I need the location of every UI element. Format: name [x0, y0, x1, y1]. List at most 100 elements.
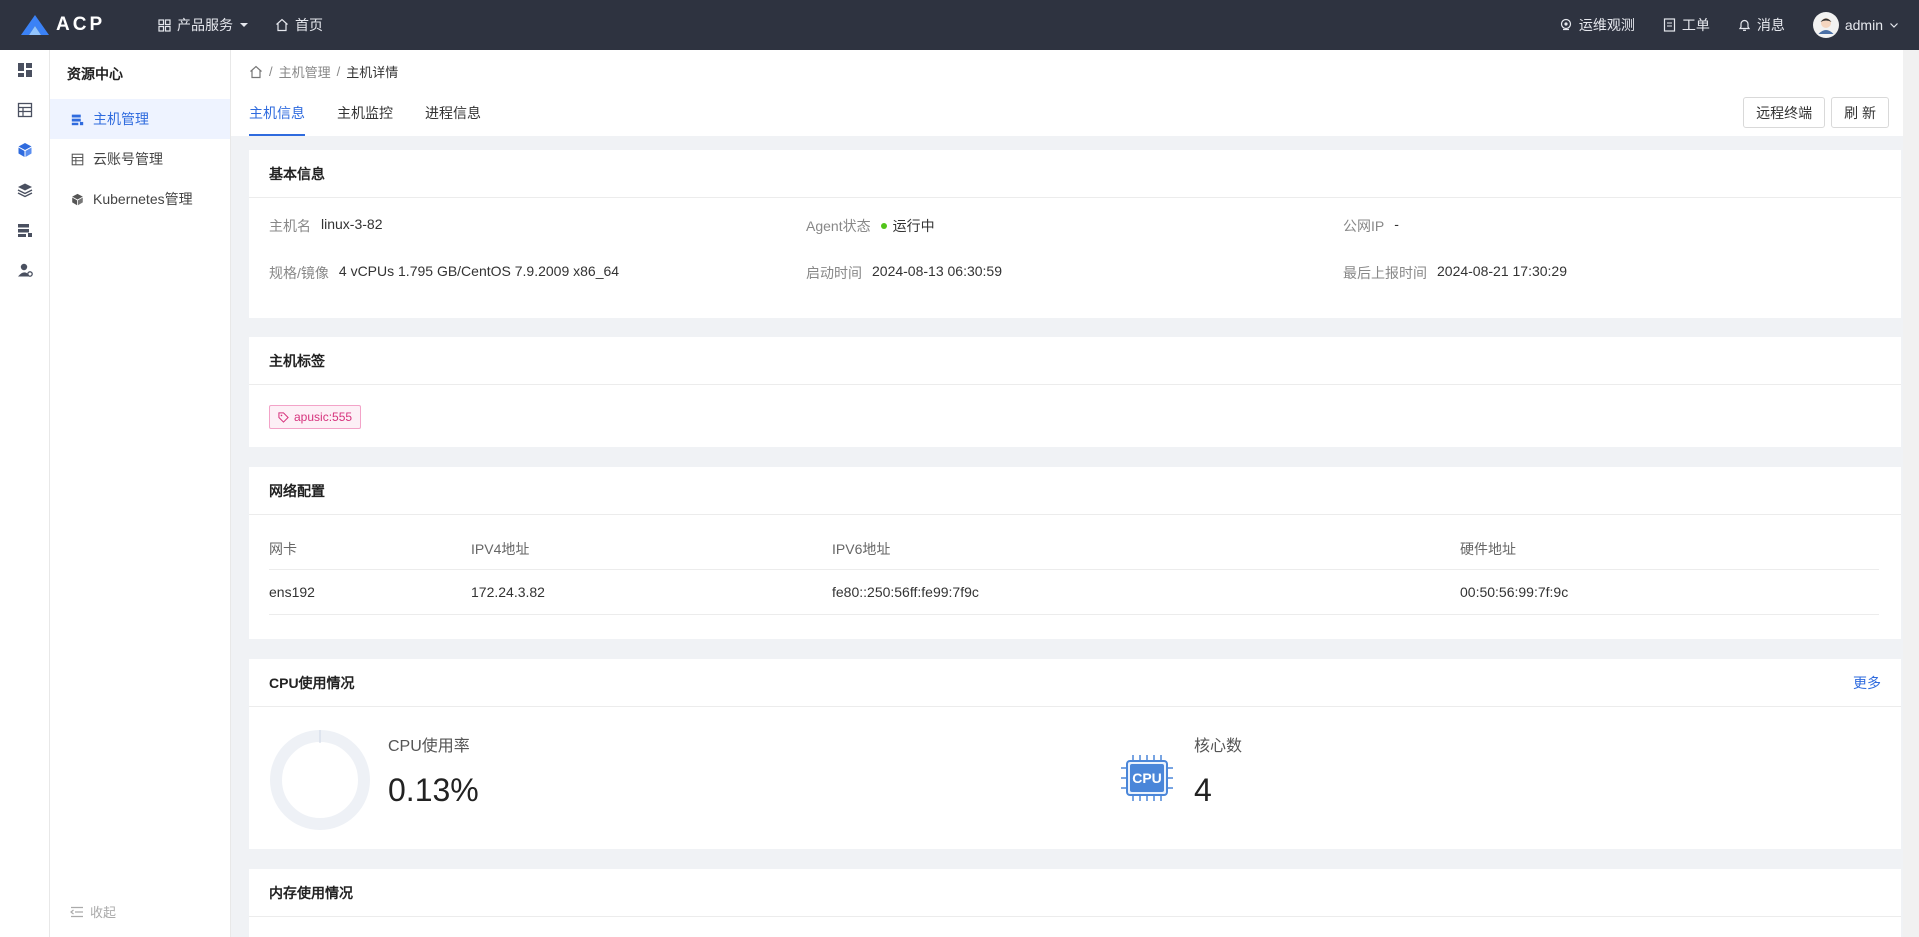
sidebar-item-kubernetes[interactable]: Kubernetes管理: [50, 179, 230, 219]
rail-resource-center[interactable]: [0, 130, 50, 170]
sidebar-item-host-management[interactable]: 主机管理: [50, 99, 230, 139]
message-link[interactable]: 消息: [1738, 15, 1785, 35]
tab-host-info[interactable]: 主机信息: [249, 100, 305, 136]
public-ip-field: 公网IP -: [1343, 216, 1399, 236]
page-header: / 主机管理 / 主机详情 主机信息 主机监控 进程信息 远程终端 刷 新: [231, 50, 1903, 136]
grid-icon: [158, 18, 171, 32]
field-label: 公网IP: [1343, 218, 1385, 234]
cloud-account-icon: [71, 153, 84, 165]
home-icon[interactable]: [249, 65, 263, 79]
rail-users[interactable]: [0, 250, 50, 290]
logo-text: ACP: [56, 14, 106, 35]
field-label: 启动时间: [806, 265, 862, 281]
sidebar-item-label: 云账号管理: [93, 151, 163, 167]
products-label: 产品服务: [177, 17, 233, 33]
tab-process-info[interactable]: 进程信息: [425, 100, 481, 136]
boot-time-field: 启动时间 2024-08-13 06:30:59: [806, 263, 1002, 283]
table-row: ens192 172.24.3.82 fe80::250:56ff:fe99:7…: [269, 569, 1879, 615]
document-icon: [1663, 18, 1675, 32]
message-label: 消息: [1756, 17, 1785, 33]
rail-resource-list[interactable]: [0, 90, 50, 130]
home-label: 首页: [295, 17, 323, 33]
bell-icon: [1738, 19, 1750, 31]
breadcrumb-current: 主机详情: [346, 65, 399, 80]
card-title: 基本信息: [249, 150, 1901, 198]
ticket-link[interactable]: 工单: [1663, 15, 1710, 35]
breadcrumb-parent[interactable]: 主机管理: [279, 62, 331, 81]
table-header-row: 网卡 IPV4地址 IPV6地址 硬件地址: [269, 529, 1879, 570]
field-value: 运行中: [880, 216, 935, 236]
cpu-usage-gauge: [270, 730, 370, 830]
table-icon: [17, 102, 33, 118]
cpu-cores-value: 4: [1194, 772, 1212, 808]
rail-layers[interactable]: [0, 170, 50, 210]
icon-rail: [0, 50, 50, 937]
user-avatar-icon: [1818, 18, 1834, 34]
card-title: 网络配置: [249, 467, 1901, 515]
cpu-cores-label: 核心数: [1194, 738, 1243, 755]
username: admin: [1844, 17, 1883, 33]
tag-label: apusic:555: [294, 410, 353, 424]
hostname-field: 主机名 linux-3-82: [269, 216, 382, 236]
status-text: 运行中: [892, 218, 935, 234]
host-tag[interactable]: apusic:555: [269, 405, 362, 429]
cpu-usage-value: 0.13%: [388, 772, 479, 808]
dashboard-icon: [18, 63, 32, 77]
home-link[interactable]: 首页: [275, 15, 323, 35]
more-link[interactable]: 更多: [1853, 673, 1881, 693]
rail-servers[interactable]: [0, 210, 50, 250]
server-icon: [18, 224, 32, 237]
basic-info-card: 基本信息 主机名 linux-3-82 Agent状态 运行中 公网IP - 规…: [249, 150, 1901, 318]
network-table: 网卡 IPV4地址 IPV6地址 硬件地址 ens192 172.24.3.82…: [269, 529, 1879, 615]
user-menu[interactable]: admin: [1812, 12, 1899, 38]
sidebar-item-label: 主机管理: [93, 111, 149, 127]
sidebar: 资源中心 主机管理 云账号管理 Kubernetes管理 收起: [50, 50, 231, 937]
card-header: CPU使用情况 更多: [249, 659, 1901, 707]
card-title: 内存使用情况: [249, 869, 1901, 917]
cube-icon: [18, 143, 32, 157]
remote-terminal-button[interactable]: 远程终端: [1743, 97, 1826, 128]
sidebar-title: 资源中心: [67, 66, 123, 82]
products-menu[interactable]: 产品服务: [158, 15, 249, 35]
main-content: / 主机管理 / 主机详情 主机信息 主机监控 进程信息 远程终端 刷 新 基本…: [231, 50, 1919, 937]
cpu-usage-label: CPU使用率: [388, 738, 470, 755]
field-value: 2024-08-13 06:30:59: [872, 263, 1002, 279]
column-header: IPV6地址: [832, 529, 1460, 570]
host-tags-card: 主机标签 apusic:555: [249, 337, 1901, 447]
field-value: 2024-08-21 17:30:29: [1437, 263, 1567, 279]
column-header: 硬件地址: [1460, 529, 1879, 570]
top-bar: ACP 产品服务 首页 运维观测 工单 消息 admin: [0, 0, 1919, 50]
column-header: 网卡: [269, 529, 471, 570]
network-config-card: 网络配置 网卡 IPV4地址 IPV6地址 硬件地址 ens192 172.24…: [249, 467, 1901, 639]
sidebar-item-cloud-account[interactable]: 云账号管理: [50, 139, 230, 179]
layers-icon: [17, 183, 33, 198]
memory-usage-card: 内存使用情况: [249, 869, 1901, 937]
field-label: 主机名: [269, 218, 311, 234]
field-label: 最后上报时间: [1343, 265, 1427, 281]
scrollbar[interactable]: [1903, 50, 1919, 937]
ops-observe-label: 运维观测: [1578, 17, 1635, 33]
user-settings-icon: [18, 263, 33, 277]
last-report-field: 最后上报时间 2024-08-21 17:30:29: [1343, 263, 1567, 283]
rail-dashboard[interactable]: [0, 50, 50, 90]
collapse-button[interactable]: 收起: [70, 902, 116, 921]
agent-status-field: Agent状态 运行中: [806, 216, 935, 236]
tab-host-monitor[interactable]: 主机监控: [337, 100, 393, 136]
sidebar-item-label: Kubernetes管理: [93, 191, 193, 207]
field-label: 规格/镜像: [269, 265, 329, 281]
field-value: 4 vCPUs 1.795 GB/CentOS 7.9.2009 x86_64: [338, 263, 620, 279]
collapse-label: 收起: [90, 905, 117, 920]
cube-icon: [72, 193, 83, 205]
column-header: IPV4地址: [471, 529, 832, 570]
home-icon: [276, 18, 288, 32]
ticket-label: 工单: [1681, 17, 1710, 33]
logo-icon: [21, 15, 49, 35]
field-label: Agent状态: [806, 218, 871, 234]
location-icon: [1560, 18, 1571, 31]
ops-observe-link[interactable]: 运维观测: [1559, 15, 1635, 35]
logo[interactable]: ACP: [20, 14, 158, 36]
table-cell: 00:50:56:99:7f:9c: [1460, 569, 1879, 615]
tag-icon: [278, 411, 289, 423]
refresh-button[interactable]: 刷 新: [1831, 97, 1889, 128]
tab-bar: 主机信息 主机监控 进程信息: [249, 100, 481, 136]
